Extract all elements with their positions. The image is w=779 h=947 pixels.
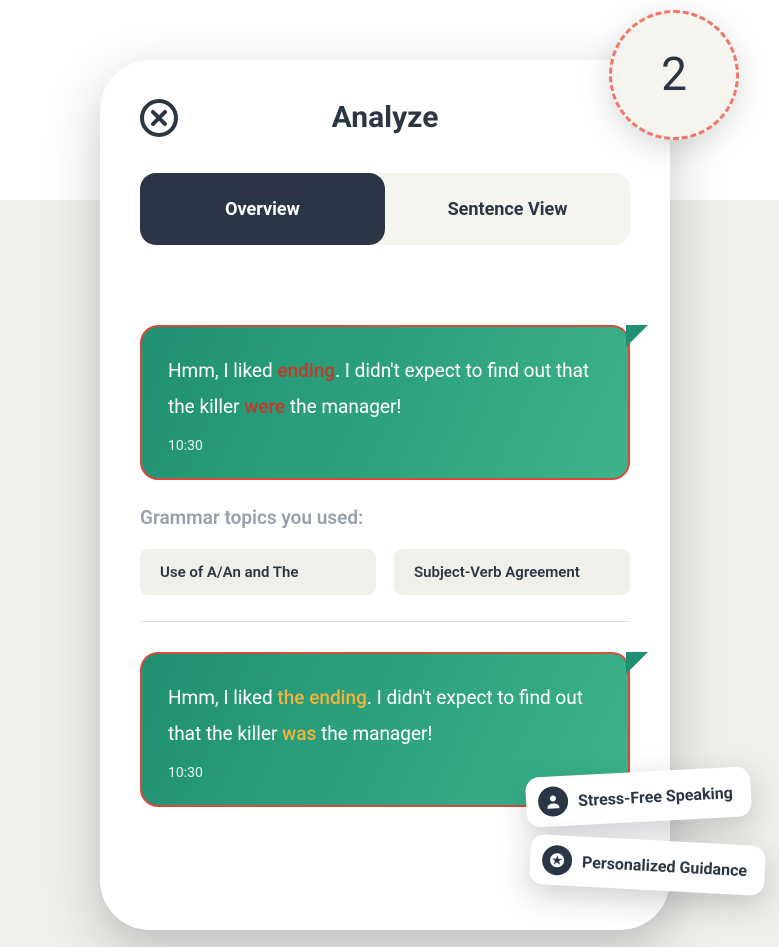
page-title: Analyze [332,100,439,135]
topic-chip-articles[interactable]: Use of A/An and The [140,549,376,595]
close-button[interactable] [140,99,178,137]
bubble-text: Hmm, I liked [168,686,277,709]
tab-bar: Overview Sentence View [140,173,630,245]
tab-sentence-view[interactable]: Sentence View [385,173,630,245]
message-bubble-errors[interactable]: Hmm, I liked ending. I didn't expect to … [140,325,630,480]
error-word: ending [277,359,335,382]
error-word: were [244,395,285,418]
step-badge: 2 [609,10,739,140]
corrected-word: the ending [277,686,366,709]
feature-pill-label: Stress-Free Speaking [578,783,734,810]
tab-overview[interactable]: Overview [140,173,385,245]
corrected-word: was [282,722,316,745]
grammar-heading: Grammar topics you used: [140,506,630,529]
topic-chip-sva[interactable]: Subject-Verb Agreement [394,549,630,595]
feature-pill-label: Personalized Guidance [581,852,747,880]
person-icon [537,786,569,818]
bubble-text: the manager! [316,722,432,745]
bubble-tail-icon [626,652,648,674]
bubble-text: Hmm, I liked [168,359,277,382]
divider [140,621,630,622]
star-badge-icon [541,844,573,876]
bubble-text: the manager! [285,395,401,418]
close-icon [150,109,168,127]
grammar-topics-row: Use of A/An and The Subject-Verb Agreeme… [140,549,630,595]
timestamp: 10:30 [168,433,602,460]
header: Analyze [140,100,630,135]
bubble-tail-icon [626,325,648,347]
